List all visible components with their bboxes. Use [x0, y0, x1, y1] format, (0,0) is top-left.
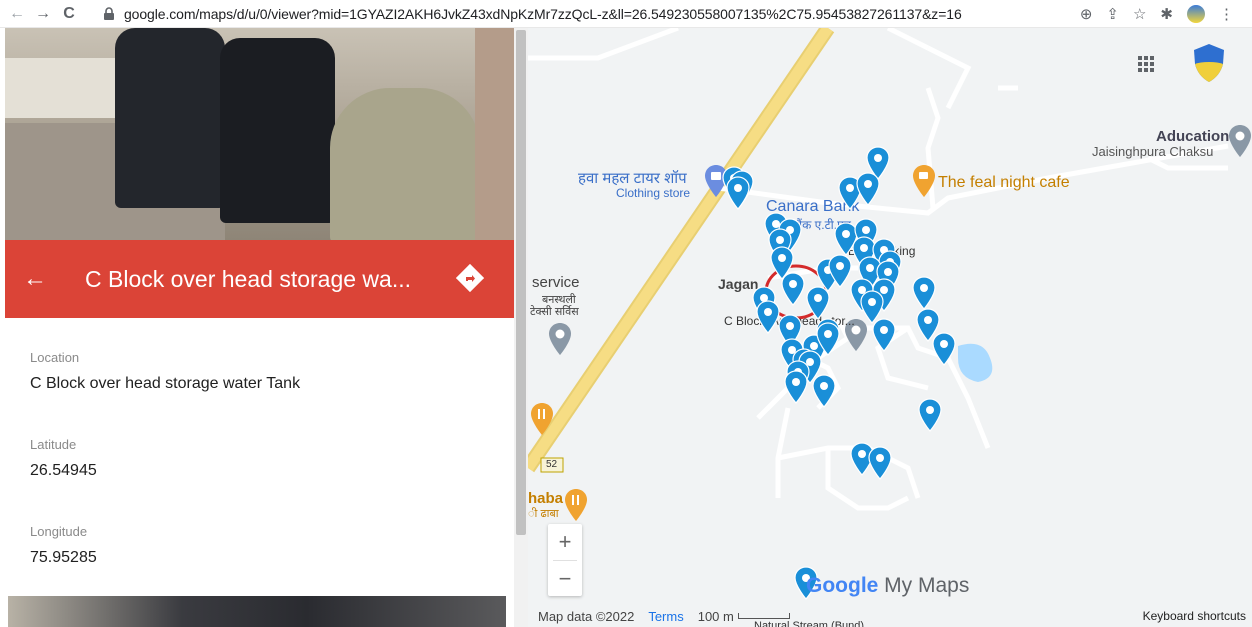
feature-details-panel: ← C Block over head storage wa... Locati… — [0, 28, 514, 627]
back-arrow-icon[interactable]: ← — [5, 265, 65, 293]
map-marker-icon[interactable] — [812, 374, 836, 408]
map-label-service[interactable]: service — [532, 274, 580, 291]
panel-scrollbar-thumb[interactable] — [516, 30, 526, 535]
map-label-hawa-mahal[interactable]: हवा महल टायर शॉप — [578, 168, 687, 188]
map-label-feal-night-cafe[interactable]: The feal night cafe — [938, 174, 1070, 192]
my-maps-wordmark: My Maps — [878, 574, 970, 597]
map-marker-icon[interactable] — [726, 176, 750, 210]
field-longitude: Longitude 75.95285 — [30, 524, 300, 567]
restaurant-poi-pin-icon[interactable] — [530, 402, 554, 436]
lock-icon — [104, 6, 114, 20]
zoom-icon[interactable]: ⊕ — [1080, 5, 1093, 23]
map-canvas[interactable]: हवा महल टायर शॉप Clothing store Canara B… — [528, 28, 1252, 627]
terms-link[interactable]: Terms — [648, 609, 683, 624]
scale-label[interactable]: 100 m — [698, 609, 734, 624]
field-label: Longitude — [30, 524, 88, 539]
scale-bar[interactable] — [737, 613, 790, 619]
field-value: 26.54945 — [30, 462, 97, 479]
account-shield-icon[interactable] — [1190, 42, 1228, 84]
feature-photo[interactable] — [5, 28, 514, 240]
map-marker-icon[interactable] — [912, 276, 936, 310]
keyboard-shortcuts-link[interactable]: Keyboard shortcuts — [1143, 609, 1246, 623]
field-value: 75.95285 — [30, 549, 97, 566]
map-marker-icon[interactable] — [856, 172, 880, 206]
map-footer: Map data ©2022 Terms 100 m Keyboard shor… — [528, 605, 1252, 627]
field-label: Location — [30, 350, 80, 365]
apps-grid-icon[interactable] — [1138, 56, 1154, 72]
cafe-poi-pin-icon[interactable] — [912, 164, 936, 198]
map-marker-icon[interactable] — [828, 254, 852, 288]
map-marker-icon[interactable] — [932, 332, 956, 366]
zoom-out-button[interactable]: − — [548, 561, 582, 597]
forward-arrow-icon[interactable]: → — [30, 1, 56, 27]
map-data-attribution: Map data ©2022 — [538, 608, 635, 624]
feature-photo-secondary[interactable] — [8, 596, 506, 627]
feature-title: C Block over head storage wa... — [85, 265, 411, 292]
map-label-aducation[interactable]: Aducation — [1156, 128, 1229, 145]
field-location: Location C Block over head storage water… — [30, 350, 300, 393]
map-label-service-hindi-2: टेक्सी सर्विस — [530, 306, 579, 318]
map-marker-icon[interactable] — [756, 300, 780, 334]
grey-poi-pin-icon[interactable] — [548, 322, 572, 356]
restaurant-poi-pin-icon[interactable] — [564, 488, 588, 522]
star-icon[interactable]: ☆ — [1133, 5, 1146, 23]
map-label-dhaba-hindi: ी ढाबा — [528, 508, 559, 520]
route-shield-52: 52 — [546, 459, 558, 470]
reload-icon[interactable]: C — [56, 1, 82, 27]
map-marker-icon[interactable] — [868, 446, 892, 480]
map-marker-icon[interactable] — [806, 286, 830, 320]
menu-kebab-icon[interactable]: ⋮ — [1219, 5, 1234, 23]
share-icon[interactable]: ⇪ — [1106, 5, 1119, 23]
map-marker-icon[interactable] — [784, 370, 808, 404]
profile-avatar[interactable] — [1187, 4, 1205, 23]
back-arrow-icon[interactable]: ← — [4, 1, 30, 27]
field-latitude: Latitude 26.54945 — [30, 437, 300, 480]
zoom-controls: + − — [548, 524, 582, 596]
url-text[interactable]: google.com/maps/d/u/0/viewer?mid=1GYAZI2… — [124, 6, 962, 22]
education-poi-pin-icon[interactable] — [1228, 124, 1252, 158]
field-label: Latitude — [30, 437, 77, 452]
field-value: C Block over head storage water Tank — [30, 375, 301, 392]
google-wordmark: Google — [806, 574, 879, 597]
selected-map-marker-icon[interactable] — [781, 272, 805, 306]
map-label-clothing-store[interactable]: Clothing store — [616, 186, 690, 200]
address-bar[interactable]: google.com/maps/d/u/0/viewer?mid=1GYAZI2… — [102, 2, 1080, 26]
map-marker-icon[interactable] — [918, 398, 942, 432]
map-marker-icon[interactable] — [872, 318, 896, 352]
directions-icon[interactable] — [456, 264, 484, 292]
zoom-in-button[interactable]: + — [548, 524, 582, 560]
extensions-icon[interactable]: ✱ — [1160, 5, 1173, 23]
browser-toolbar: ← → C google.com/maps/d/u/0/viewer?mid=1… — [0, 0, 1252, 28]
map-label-dhaba[interactable]: haba — [528, 490, 563, 507]
map-label-jaisinghpura: Jaisinghpura Chaksu — [1092, 144, 1214, 159]
feature-header: ← C Block over head storage wa... — [5, 240, 514, 318]
google-my-maps-logo: Google My Maps — [806, 574, 969, 598]
feature-fields: Location C Block over head storage water… — [30, 350, 300, 611]
